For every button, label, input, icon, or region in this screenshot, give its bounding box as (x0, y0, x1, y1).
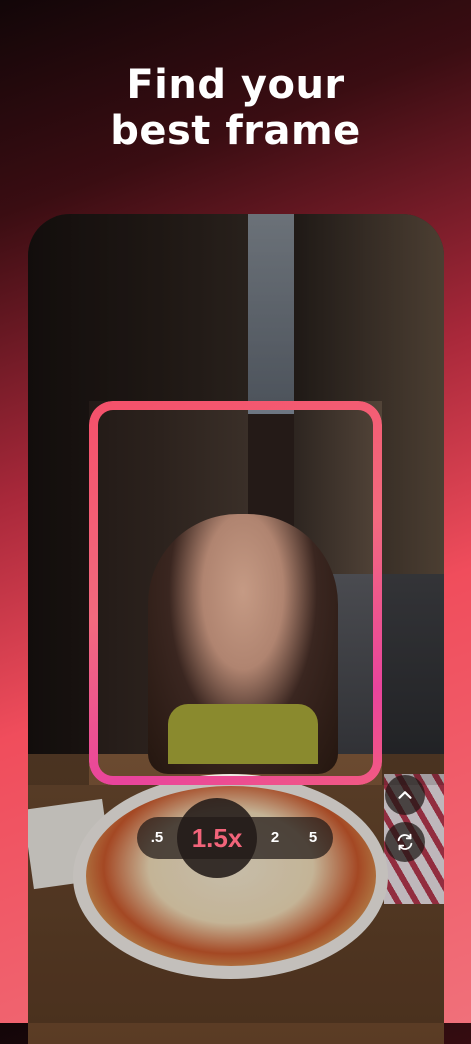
zoom-option-0-5[interactable]: .5 (143, 817, 171, 859)
zoom-option-2[interactable]: 2 (261, 817, 289, 859)
chevron-up-icon (398, 791, 412, 799)
zoom-option-5[interactable]: 5 (299, 817, 327, 859)
flip-camera-icon (397, 833, 413, 851)
expand-controls-button[interactable] (385, 775, 425, 815)
framing-guide (89, 401, 382, 785)
flip-camera-button[interactable] (385, 822, 425, 862)
headline: Find your best frame (0, 62, 471, 154)
headline-line-1: Find your (126, 62, 345, 108)
headline-line-2: best frame (110, 108, 361, 154)
zoom-option-active[interactable]: 1.5x (177, 798, 257, 878)
